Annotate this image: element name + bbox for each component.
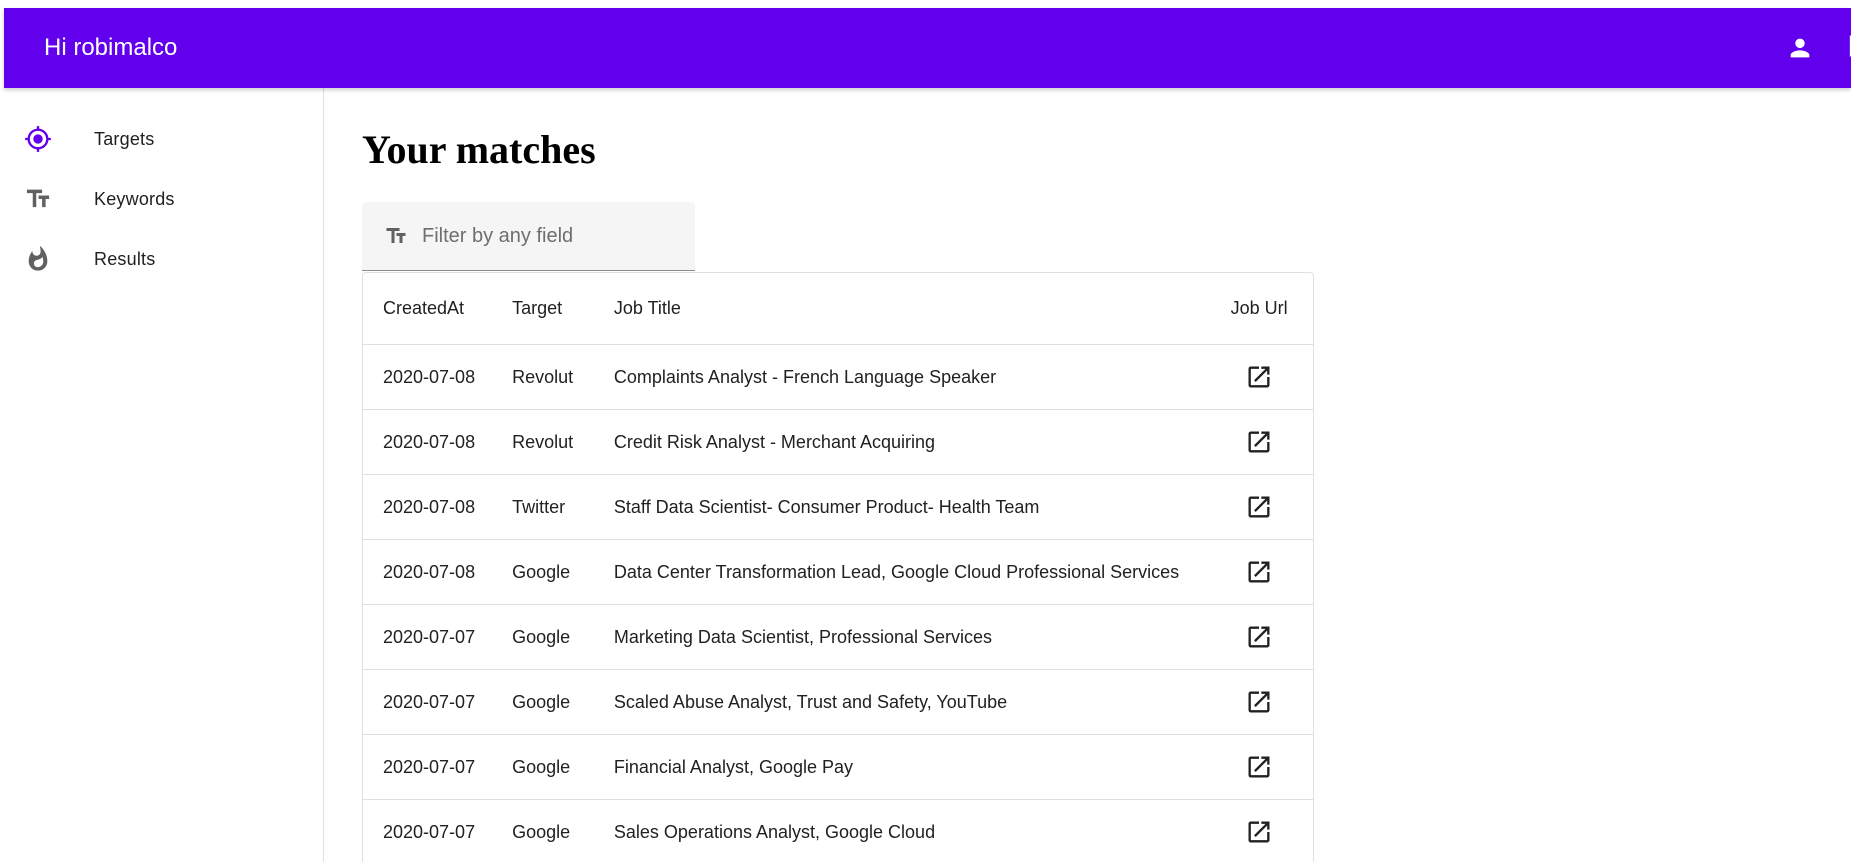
table-row: 2020-07-08 Revolut Credit Risk Analyst - M… [363, 409, 1313, 475]
cell-job-title: Financial Analyst, Google Pay [613, 734, 1206, 800]
cell-createdat: 2020-07-08 [363, 539, 513, 605]
open-in-new-icon[interactable] [1245, 688, 1273, 716]
cell-job-url [1205, 409, 1313, 475]
cell-job-url [1205, 474, 1313, 540]
table-header-row: CreatedAt Target Job Title Job Url [363, 273, 1313, 345]
cell-target: Revolut [512, 344, 614, 410]
table-row: 2020-07-07 Google Marketing Data Scientist… [363, 604, 1313, 670]
open-in-new-icon[interactable] [1245, 753, 1273, 781]
open-in-new-icon[interactable] [1245, 558, 1273, 586]
cell-createdat: 2020-07-07 [363, 734, 513, 800]
table-row: 2020-07-07 Google Sales Operations Analyst… [363, 799, 1313, 862]
text-fields-icon [24, 185, 52, 213]
cell-target: Revolut [512, 409, 614, 475]
logout-button[interactable] [1844, 32, 1851, 64]
sidebar-item-keywords[interactable]: Keywords [8, 173, 314, 225]
filter-field[interactable] [362, 202, 695, 271]
cell-createdat: 2020-07-07 [363, 799, 513, 862]
sidebar-item-results[interactable]: Results [8, 233, 314, 285]
open-in-new-icon[interactable] [1245, 493, 1273, 521]
fire-icon [24, 245, 52, 273]
cell-job-url [1205, 734, 1313, 800]
cell-target: Twitter [512, 474, 614, 540]
cell-job-url [1205, 799, 1313, 862]
cell-job-title: Data Center Transformation Lead, Google … [613, 539, 1206, 605]
cell-job-url [1205, 669, 1313, 735]
matches-table-container: CreatedAt Target Job Title Job Url 2020-… [362, 272, 1314, 862]
table-row: 2020-07-07 Google Financial Analyst, Googl… [363, 734, 1313, 800]
cell-createdat: 2020-07-07 [363, 604, 513, 670]
text-fields-icon [386, 228, 406, 243]
sidebar-item-label: Keywords [94, 188, 175, 209]
filter-input[interactable] [422, 218, 682, 254]
open-in-new-icon[interactable] [1245, 428, 1273, 456]
table-body: 2020-07-08 Revolut Complaints Analyst - Fr… [363, 344, 1313, 862]
account-icon [1790, 38, 1810, 58]
table-header: CreatedAt Target Job Title Job Url [363, 273, 1313, 345]
open-in-new-icon[interactable] [1245, 363, 1273, 391]
cell-createdat: 2020-07-08 [363, 474, 513, 540]
cell-target: Google [512, 604, 614, 670]
sidebar-item-label: Targets [94, 128, 155, 149]
open-in-new-icon[interactable] [1245, 623, 1273, 651]
cell-target: Google [512, 669, 614, 735]
account-button[interactable] [1784, 32, 1816, 64]
cell-createdat: 2020-07-08 [363, 409, 513, 475]
cell-target: Google [512, 799, 614, 862]
cell-job-title: Staff Data Scientist- Consumer Product- … [613, 474, 1206, 540]
cell-job-url [1205, 539, 1313, 605]
column-header-job-title[interactable]: Job Title [613, 273, 1206, 345]
table-row: 2020-07-08 Revolut Complaints Analyst - Fr… [363, 344, 1313, 410]
sidebar-item-targets[interactable]: Targets [8, 113, 314, 165]
cell-job-title: Scaled Abuse Analyst, Trust and Safety, … [613, 669, 1206, 735]
open-in-new-icon[interactable] [1245, 818, 1273, 846]
cell-createdat: 2020-07-08 [363, 344, 513, 410]
cell-target: Google [512, 734, 614, 800]
page-title: Your matches [362, 127, 596, 172]
top-app-bar: Hi robimalco [4, 8, 1851, 88]
cell-job-title: Complaints Analyst - French Language Spe… [613, 344, 1206, 410]
page: Hi robimalco Targets Keywords Results Yo… [0, 0, 1851, 862]
table-row: 2020-07-08 Twitter Staff Data Scientist- C… [363, 474, 1313, 540]
cell-job-url [1205, 344, 1313, 410]
cell-job-title: Marketing Data Scientist, Professional S… [613, 604, 1206, 670]
table-row: 2020-07-07 Google Scaled Abuse Analyst, Tr… [363, 669, 1313, 735]
target-icon [24, 125, 52, 153]
table-row: 2020-07-08 Google Data Center Transformati… [363, 539, 1313, 605]
cell-job-title: Credit Risk Analyst - Merchant Acquiring [613, 409, 1206, 475]
column-header-job-url[interactable]: Job Url [1205, 273, 1313, 345]
sidebar-nav: Targets Keywords Results [0, 88, 324, 862]
column-header-target[interactable]: Target [512, 273, 614, 345]
column-header-createdat[interactable]: CreatedAt [363, 273, 513, 345]
cell-target: Google [512, 539, 614, 605]
matches-table: CreatedAt Target Job Title Job Url 2020-… [363, 273, 1313, 862]
logout-icon [1849, 35, 1851, 57]
greeting-title: Hi robimalco [44, 34, 178, 61]
sidebar-item-label: Results [94, 248, 156, 269]
cell-job-title: Sales Operations Analyst, Google Cloud [613, 799, 1206, 862]
cell-createdat: 2020-07-07 [363, 669, 513, 735]
cell-job-url [1205, 604, 1313, 670]
